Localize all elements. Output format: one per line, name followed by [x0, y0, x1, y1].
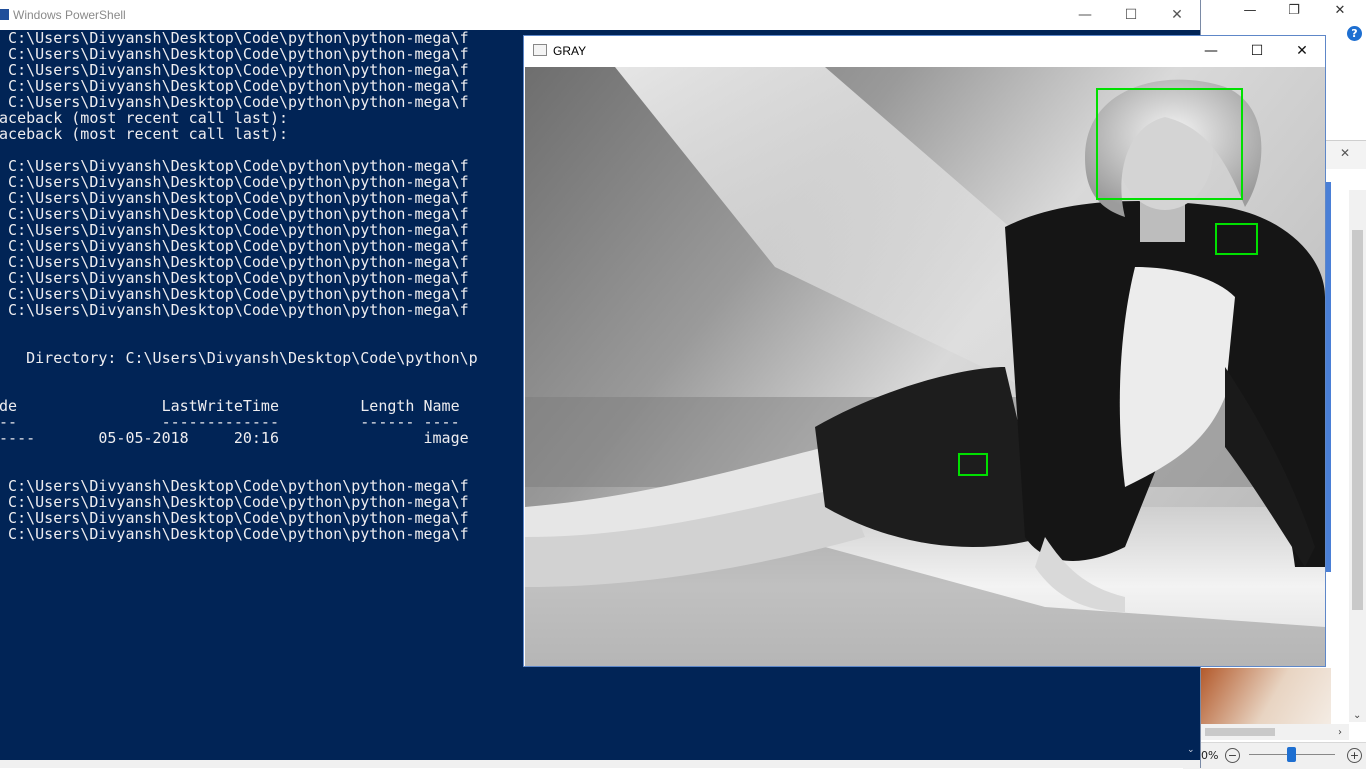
scroll-down-arrow-icon[interactable]: ⌄ — [1353, 710, 1361, 721]
console-line: S C:\Users\Divyansh\Desktop\Code\python\… — [0, 45, 469, 63]
gray-image-window: GRAY — ☐ ✕ — [523, 35, 1326, 667]
scroll-down-arrow-icon[interactable]: ⌄ — [1187, 745, 1195, 755]
taskbar-edge — [0, 760, 1200, 768]
console-line: S C:\Users\Divyansh\Desktop\Code\python\… — [0, 205, 469, 223]
panel-close-icon[interactable]: ✕ — [1340, 146, 1350, 160]
console-line: --- ------------- ------ ---- — [0, 413, 460, 431]
status-bar: 0% − + — [1183, 742, 1366, 769]
console-line: S C:\Users\Divyansh\Desktop\Code\python\… — [0, 93, 469, 111]
console-line: S C:\Users\Divyansh\Desktop\Code\python\… — [0, 189, 469, 207]
console-line: raceback (most recent call last): — [0, 109, 289, 127]
console-line: S C:\Users\Divyansh\Desktop\Code\python\… — [0, 477, 469, 495]
console-line: raceback (most recent call last): — [0, 125, 289, 143]
console-line: S C:\Users\Divyansh\Desktop\Code\python\… — [0, 253, 469, 271]
close-icon[interactable]: ✕ — [1317, 0, 1363, 24]
app-window-icon — [533, 44, 547, 56]
zoom-slider-thumb[interactable] — [1287, 747, 1296, 762]
maximize-icon[interactable]: ☐ — [1108, 0, 1154, 30]
console-line: ----- 05-05-2018 20:16 image — [0, 429, 469, 447]
restore-icon[interactable]: ❐ — [1271, 0, 1317, 24]
console-line: S C:\Users\Divyansh\Desktop\Code\python\… — [0, 509, 469, 527]
console-line: S C:\Users\Divyansh\Desktop\Code\python\… — [0, 493, 469, 511]
minimize-icon[interactable]: — — [1227, 0, 1273, 24]
scroll-right-arrow-icon[interactable]: › — [1338, 727, 1342, 738]
minimize-icon[interactable]: — — [1188, 36, 1234, 66]
powershell-icon — [0, 9, 9, 20]
window-title: GRAY — [553, 44, 587, 58]
zoom-in-icon[interactable]: + — [1347, 748, 1362, 763]
console-line: S C:\Users\Divyansh\Desktop\Code\python\… — [0, 301, 469, 319]
console-line: S C:\Users\Divyansh\Desktop\Code\python\… — [0, 285, 469, 303]
maximize-icon[interactable]: ☐ — [1234, 36, 1280, 66]
horizontal-scrollbar-thumb[interactable] — [1205, 728, 1275, 736]
console-line: S C:\Users\Divyansh\Desktop\Code\python\… — [0, 173, 469, 191]
scrollbar-thumb[interactable] — [1352, 230, 1363, 610]
zoom-out-icon[interactable]: − — [1225, 748, 1240, 763]
console-line: S C:\Users\Divyansh\Desktop\Code\python\… — [0, 157, 469, 175]
console-line: S C:\Users\Divyansh\Desktop\Code\python\… — [0, 61, 469, 79]
background-app-titlebar: — ❐ ✕ — [1183, 0, 1366, 28]
console-line: Directory: C:\Users\Divyansh\Desktop\Cod… — [0, 349, 478, 367]
console-line: S C:\Users\Divyansh\Desktop\Code\python\… — [0, 237, 469, 255]
console-line: S C:\Users\Divyansh\Desktop\Code\python\… — [0, 29, 469, 47]
powershell-titlebar[interactable]: Windows PowerShell — ☐ ✕ — [0, 0, 1200, 30]
grayscale-photo[interactable] — [525, 67, 1325, 666]
close-icon[interactable]: ✕ — [1279, 36, 1325, 66]
window-title: Windows PowerShell — [13, 8, 126, 22]
close-icon[interactable]: ✕ — [1154, 0, 1200, 30]
zoom-percent: 0% — [1201, 749, 1219, 762]
gray-titlebar[interactable]: GRAY — ☐ ✕ — [524, 36, 1325, 66]
console-line: S C:\Users\Divyansh\Desktop\Code\python\… — [0, 77, 469, 95]
console-line: S C:\Users\Divyansh\Desktop\Code\python\… — [0, 525, 469, 543]
help-icon[interactable]: ? — [1347, 26, 1362, 41]
console-line: S C:\Users\Divyansh\Desktop\Code\python\… — [0, 221, 469, 239]
console-line: ode LastWriteTime Length Name — [0, 397, 460, 415]
background-photo-thumbnail — [1201, 668, 1331, 724]
minimize-icon[interactable]: — — [1062, 0, 1108, 30]
console-line: S C:\Users\Divyansh\Desktop\Code\python\… — [0, 269, 469, 287]
